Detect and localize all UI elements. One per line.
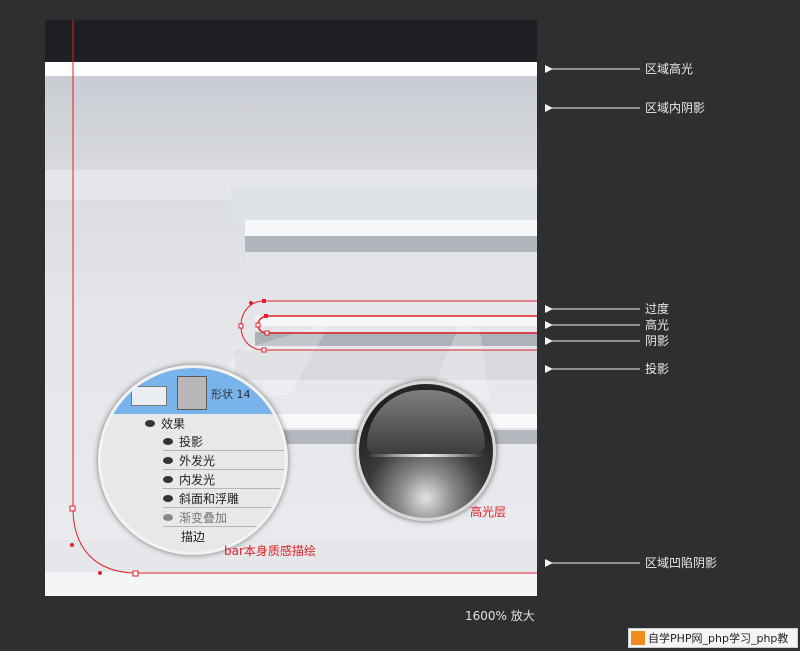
- label-region-recess-shadow: 区域凹陷阴影: [645, 556, 718, 570]
- watermark-logo-icon: [631, 631, 645, 645]
- layer-thumbnail: [177, 376, 207, 410]
- effect-row: 斜面和浮雕: [163, 489, 285, 508]
- effect-row: 内发光: [163, 470, 285, 489]
- effect-label: 渐变叠加: [179, 510, 228, 525]
- effect-label: 投影: [179, 434, 204, 449]
- watermark: 自学PHP网_php学习_php教: [628, 628, 798, 648]
- label-transition: 过度: [645, 302, 670, 316]
- effect-row: 描边: [181, 527, 285, 545]
- eye-icon: [145, 419, 155, 427]
- highlight-layer-magnifier: [356, 381, 496, 521]
- label-highlight: 高光: [645, 318, 670, 332]
- glass-highlight-line: [367, 454, 485, 457]
- eye-icon: [163, 475, 173, 483]
- effects-title-row: 效果: [145, 414, 285, 432]
- eye-icon: [163, 437, 173, 445]
- eye-icon: [163, 456, 173, 464]
- label-shadow: 阴影: [645, 334, 670, 348]
- zoom-level: 1600% 放大: [465, 609, 535, 623]
- layer-mask-thumb: [131, 386, 167, 406]
- annotation-bar-texture: bar本身质感描绘: [224, 544, 316, 558]
- layer-panel-magnifier: 形状 14 效果 投影 外发光 内发光 斜面和浮雕 渐变叠加 描边: [98, 365, 288, 555]
- annotation-highlight-layer: 高光层: [470, 505, 507, 519]
- label-drop-shadow: 投影: [645, 362, 670, 376]
- bar-inner-outline: [257, 315, 537, 334]
- label-region-inner-shadow: 区域内阴影: [645, 101, 706, 115]
- effect-label: 内发光: [179, 472, 216, 487]
- layer-name: 形状 14: [211, 388, 251, 401]
- eye-icon: [163, 494, 173, 502]
- effect-row: 渐变叠加: [163, 508, 285, 527]
- effect-row: 外发光: [163, 451, 285, 470]
- label-region-highlight: 区域高光: [645, 62, 694, 76]
- effect-label: 描边: [181, 529, 206, 544]
- glass-top-gradient: [367, 390, 485, 454]
- layer-row-selected: 形状 14: [101, 368, 285, 414]
- effect-label: 斜面和浮雕: [179, 491, 240, 506]
- effect-row: 投影: [163, 432, 285, 451]
- annotation-lines: [69, 20, 640, 577]
- effect-label: 外发光: [179, 453, 216, 468]
- eye-icon: [163, 513, 173, 521]
- watermark-text: 自学PHP网_php学习_php教: [648, 632, 789, 645]
- effects-title: 效果: [161, 416, 186, 431]
